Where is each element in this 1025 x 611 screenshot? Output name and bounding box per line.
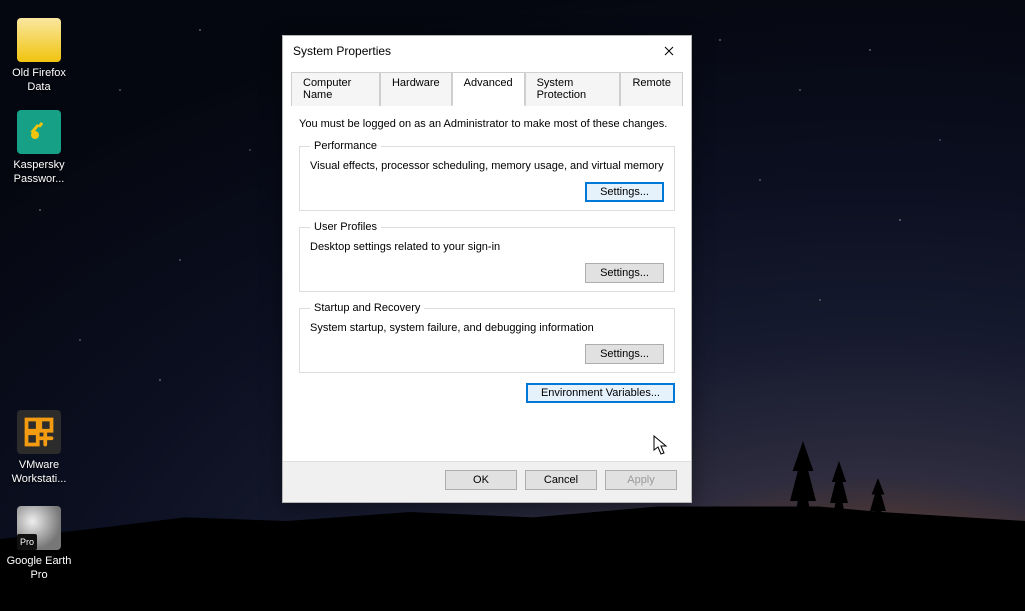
- tab-computer-name[interactable]: Computer Name: [291, 72, 380, 106]
- desktop-icon-label: Old FirefoxData: [0, 66, 78, 94]
- cancel-button[interactable]: Cancel: [525, 470, 597, 490]
- environment-variables-button[interactable]: Environment Variables...: [526, 383, 675, 403]
- close-icon: [664, 46, 674, 56]
- group-startup-recovery: Startup and Recovery System startup, sys…: [299, 302, 675, 373]
- desktop-icon-vmware-workstation[interactable]: VMwareWorkstati...: [0, 410, 78, 486]
- startup-recovery-settings-button[interactable]: Settings...: [585, 344, 664, 364]
- desktop[interactable]: Old FirefoxData KasperskyPasswor... VMwa…: [0, 0, 1025, 611]
- tab-hardware[interactable]: Hardware: [380, 72, 452, 106]
- desktop-icon-label: VMwareWorkstati...: [0, 458, 78, 486]
- group-performance: Performance Visual effects, processor sc…: [299, 140, 675, 211]
- tab-advanced[interactable]: Advanced: [452, 72, 525, 106]
- desktop-icon-label: Google EarthPro: [0, 554, 78, 582]
- tab-row: Computer Name Hardware Advanced System P…: [291, 72, 683, 106]
- performance-settings-button[interactable]: Settings...: [585, 182, 664, 202]
- pro-badge: Pro: [17, 534, 37, 550]
- user-profiles-settings-button[interactable]: Settings...: [585, 263, 664, 283]
- apply-button[interactable]: Apply: [605, 470, 677, 490]
- system-properties-dialog: System Properties Computer Name Hardware…: [282, 35, 692, 503]
- group-desc: Visual effects, processor scheduling, me…: [310, 160, 664, 172]
- desktop-icon-kaspersky-password[interactable]: KasperskyPasswor...: [0, 110, 78, 186]
- dialog-footer: OK Cancel Apply: [283, 461, 691, 502]
- folder-icon: [17, 18, 61, 62]
- globe-icon: Pro: [17, 506, 61, 550]
- key-icon: [17, 110, 61, 154]
- close-button[interactable]: [647, 36, 691, 66]
- vmware-icon: [17, 410, 61, 454]
- group-legend: Performance: [310, 140, 381, 152]
- desktop-icon-label: KasperskyPasswor...: [0, 158, 78, 186]
- desktop-icon-old-firefox-data[interactable]: Old FirefoxData: [0, 18, 78, 94]
- titlebar[interactable]: System Properties: [283, 36, 691, 66]
- dialog-title: System Properties: [293, 44, 647, 58]
- group-legend: Startup and Recovery: [310, 302, 424, 314]
- group-user-profiles: User Profiles Desktop settings related t…: [299, 221, 675, 292]
- group-desc: System startup, system failure, and debu…: [310, 322, 664, 334]
- ok-button[interactable]: OK: [445, 470, 517, 490]
- group-legend: User Profiles: [310, 221, 381, 233]
- admin-note: You must be logged on as an Administrato…: [299, 118, 675, 130]
- tab-body-advanced: You must be logged on as an Administrato…: [283, 106, 691, 461]
- group-desc: Desktop settings related to your sign-in: [310, 241, 664, 253]
- tab-remote[interactable]: Remote: [620, 72, 683, 106]
- desktop-icon-google-earth-pro[interactable]: Pro Google EarthPro: [0, 506, 78, 582]
- tab-system-protection[interactable]: System Protection: [525, 72, 621, 106]
